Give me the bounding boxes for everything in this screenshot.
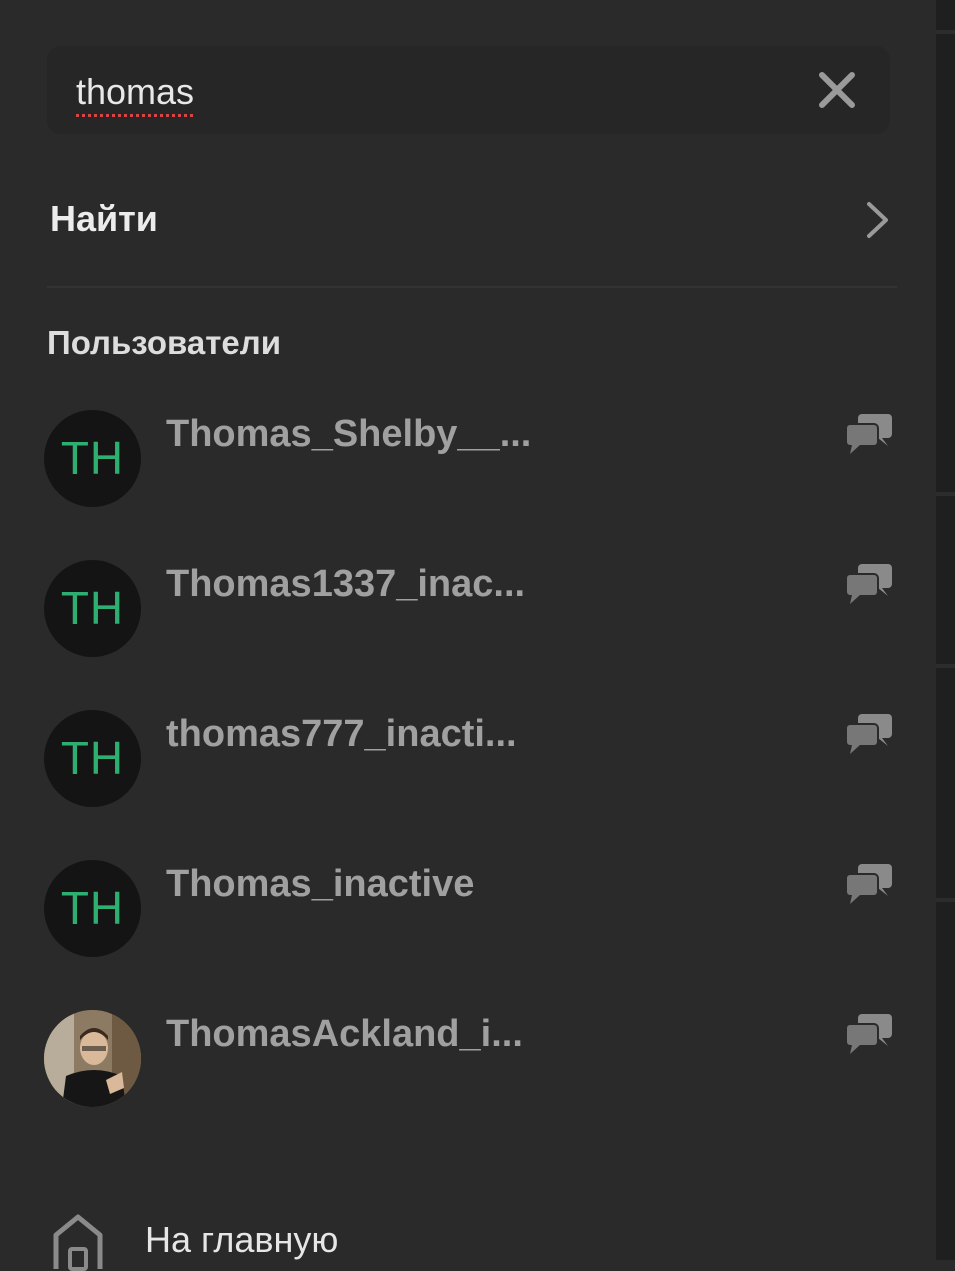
message-icon[interactable] bbox=[844, 412, 894, 456]
search-input[interactable]: thomas bbox=[76, 68, 776, 116]
strip-separator bbox=[936, 664, 955, 668]
user-list-item[interactable]: TH Thomas1337_inac... bbox=[44, 560, 896, 660]
strip-separator bbox=[936, 898, 955, 902]
strip-separator bbox=[936, 492, 955, 496]
avatar-photo bbox=[44, 1010, 141, 1107]
message-icon[interactable] bbox=[844, 712, 894, 756]
avatar: TH bbox=[44, 710, 141, 807]
user-list-item[interactable]: TH Thomas_inactive bbox=[44, 860, 896, 960]
message-icon[interactable] bbox=[844, 1012, 894, 1056]
avatar: TH bbox=[44, 860, 141, 957]
user-list-item[interactable]: ThomasAckland_i... bbox=[44, 1010, 896, 1110]
close-icon bbox=[819, 72, 855, 108]
divider bbox=[47, 286, 897, 288]
clear-search-button[interactable] bbox=[815, 68, 859, 112]
chevron-right-icon bbox=[867, 202, 888, 238]
users-section-title: Пользователи bbox=[47, 324, 282, 361]
user-photo bbox=[44, 1010, 141, 1107]
background-strip bbox=[936, 0, 955, 1260]
user-name: Thomas_Shelby__... bbox=[166, 413, 532, 455]
user-name: Thomas_inactive bbox=[166, 863, 475, 905]
message-icon[interactable] bbox=[844, 862, 894, 906]
message-icon[interactable] bbox=[844, 562, 894, 606]
find-button[interactable]: Найти bbox=[47, 180, 892, 260]
home-label: На главную bbox=[145, 1219, 339, 1260]
user-name: Thomas1337_inac... bbox=[166, 563, 526, 605]
home-icon bbox=[53, 1214, 103, 1271]
avatar: TH bbox=[44, 560, 141, 657]
user-name: ThomasAckland_i... bbox=[166, 1013, 523, 1055]
search-panel: thomas Найти Пользователи TH Thomas_Shel… bbox=[0, 0, 936, 1271]
search-box: thomas bbox=[47, 46, 890, 134]
user-list-item[interactable]: TH thomas777_inacti... bbox=[44, 710, 896, 810]
user-list-item[interactable]: TH Thomas_Shelby__... bbox=[44, 410, 896, 510]
avatar: TH bbox=[44, 410, 141, 507]
strip-separator bbox=[936, 30, 955, 34]
home-nav-item[interactable]: На главную bbox=[50, 1205, 550, 1271]
find-label: Найти bbox=[50, 198, 158, 239]
user-name: thomas777_inacti... bbox=[166, 713, 517, 755]
